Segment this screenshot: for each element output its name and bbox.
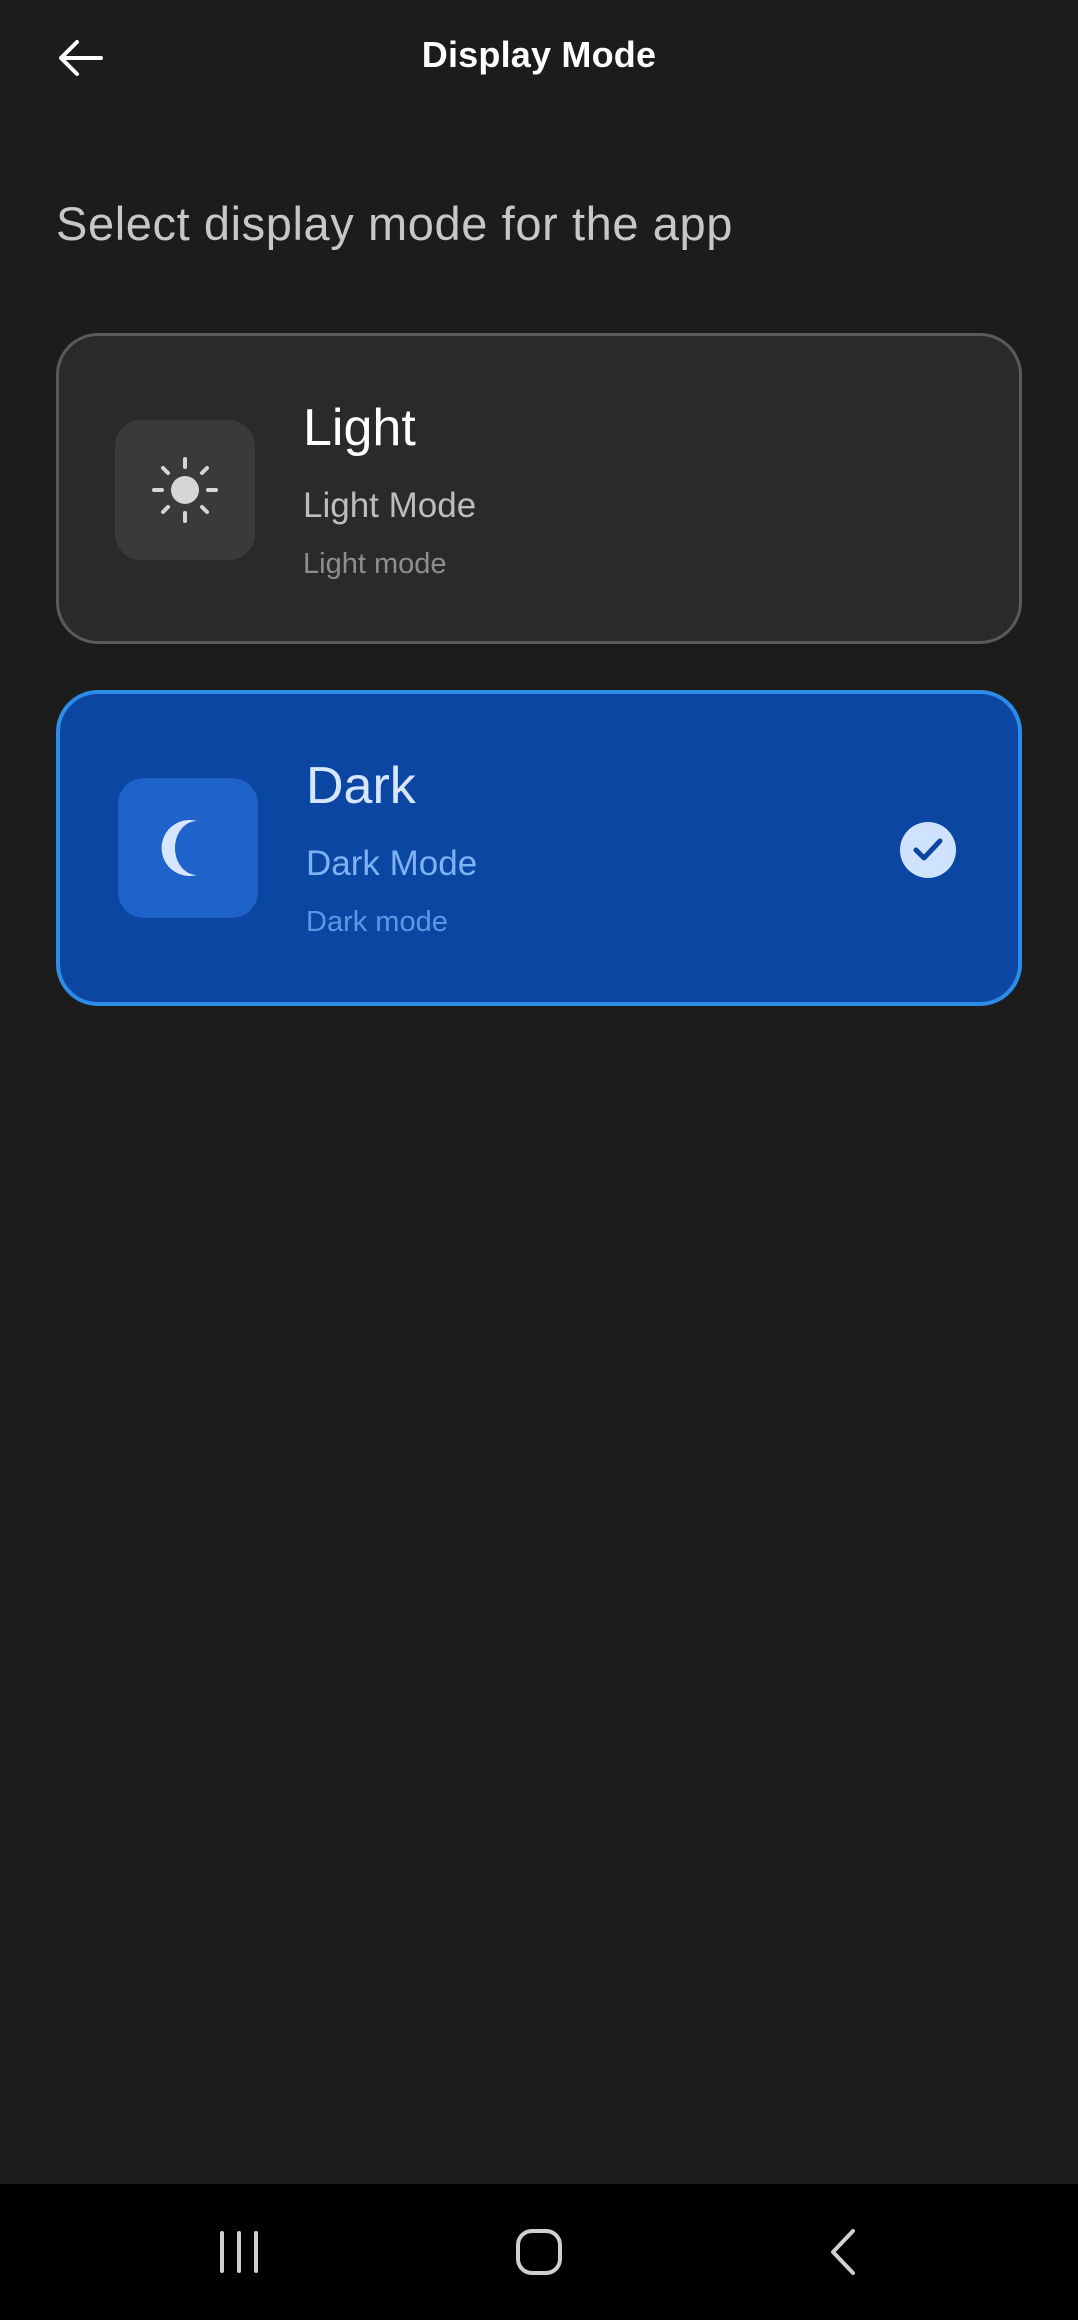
option-icon-tile bbox=[118, 778, 258, 918]
home-button[interactable] bbox=[494, 2212, 584, 2292]
page-title: Display Mode bbox=[421, 34, 657, 75]
recents-button[interactable] bbox=[194, 2212, 284, 2292]
option-subtitle: Dark Mode bbox=[306, 844, 478, 883]
check-circle-icon bbox=[900, 822, 956, 878]
option-icon-tile bbox=[115, 420, 255, 560]
option-light[interactable]: Light Light Mode Light mode bbox=[56, 333, 1022, 644]
option-title: Light bbox=[303, 399, 416, 457]
option-description: Light mode bbox=[303, 548, 447, 580]
system-nav-bar bbox=[0, 2184, 1078, 2320]
chevron-left-icon bbox=[831, 2229, 855, 2275]
home-icon bbox=[516, 2229, 562, 2275]
option-dark[interactable]: Dark Dark Mode Dark mode bbox=[56, 690, 1022, 1006]
option-subtitle: Light Mode bbox=[303, 486, 477, 525]
nav-back-button[interactable] bbox=[798, 2212, 888, 2292]
moon-icon bbox=[161, 820, 197, 876]
display-mode-screen: Display Mode Select display mode for the… bbox=[0, 0, 1078, 2320]
sun-icon bbox=[152, 457, 218, 523]
option-description: Dark mode bbox=[306, 906, 448, 938]
option-title: Dark bbox=[306, 757, 416, 815]
recents-icon bbox=[220, 2231, 258, 2273]
app-header: Display Mode bbox=[0, 0, 1078, 115]
page-subtitle: Select display mode for the app bbox=[56, 197, 733, 250]
